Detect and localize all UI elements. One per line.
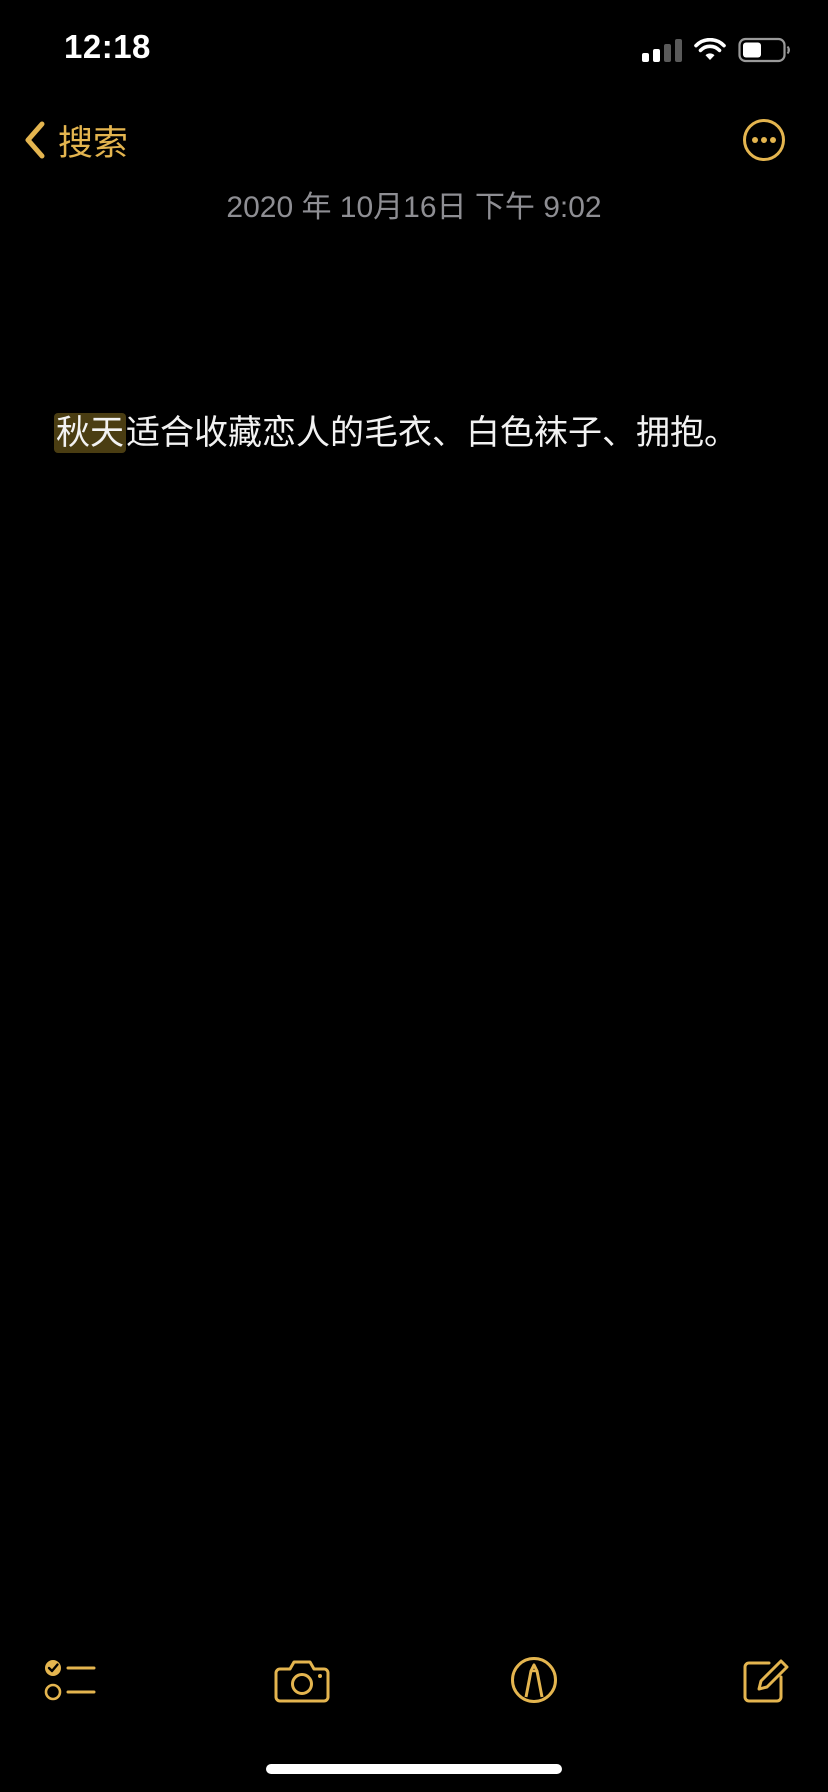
markup-pen-icon xyxy=(511,1657,557,1703)
camera-button[interactable] xyxy=(272,1650,332,1710)
back-button[interactable]: 搜索 xyxy=(22,116,128,164)
note-body-text: 适合收藏恋人的毛衣、白色袜子、拥抱。 xyxy=(126,413,738,453)
back-label: 搜索 xyxy=(58,123,129,164)
wifi-icon xyxy=(694,38,726,60)
chevron-left-icon xyxy=(25,121,45,159)
bottom-toolbar xyxy=(0,1650,828,1710)
checklist-icon xyxy=(44,1660,96,1701)
camera-icon xyxy=(274,1660,330,1703)
more-options-button[interactable] xyxy=(742,118,786,162)
search-highlight: 秋天 xyxy=(54,413,126,453)
markup-button[interactable] xyxy=(504,1650,564,1710)
compose-icon xyxy=(743,1659,789,1703)
ellipsis-circle-icon xyxy=(743,119,785,161)
note-body[interactable]: 秋天适合收藏恋人的毛衣、白色袜子、拥抱。 xyxy=(54,408,794,458)
checklist-button[interactable] xyxy=(40,1650,100,1710)
status-time: 12:18 xyxy=(64,28,151,65)
battery-icon xyxy=(738,37,790,63)
status-icons xyxy=(642,36,792,64)
status-bar: 12:18 xyxy=(0,0,828,96)
home-indicator[interactable] xyxy=(266,1764,562,1774)
note-date: 2020 年 10月16日 下午 9:02 xyxy=(226,191,602,224)
cellular-signal-icon xyxy=(642,38,682,62)
nav-bar: 搜索 xyxy=(0,100,828,180)
compose-button[interactable] xyxy=(734,1650,794,1710)
